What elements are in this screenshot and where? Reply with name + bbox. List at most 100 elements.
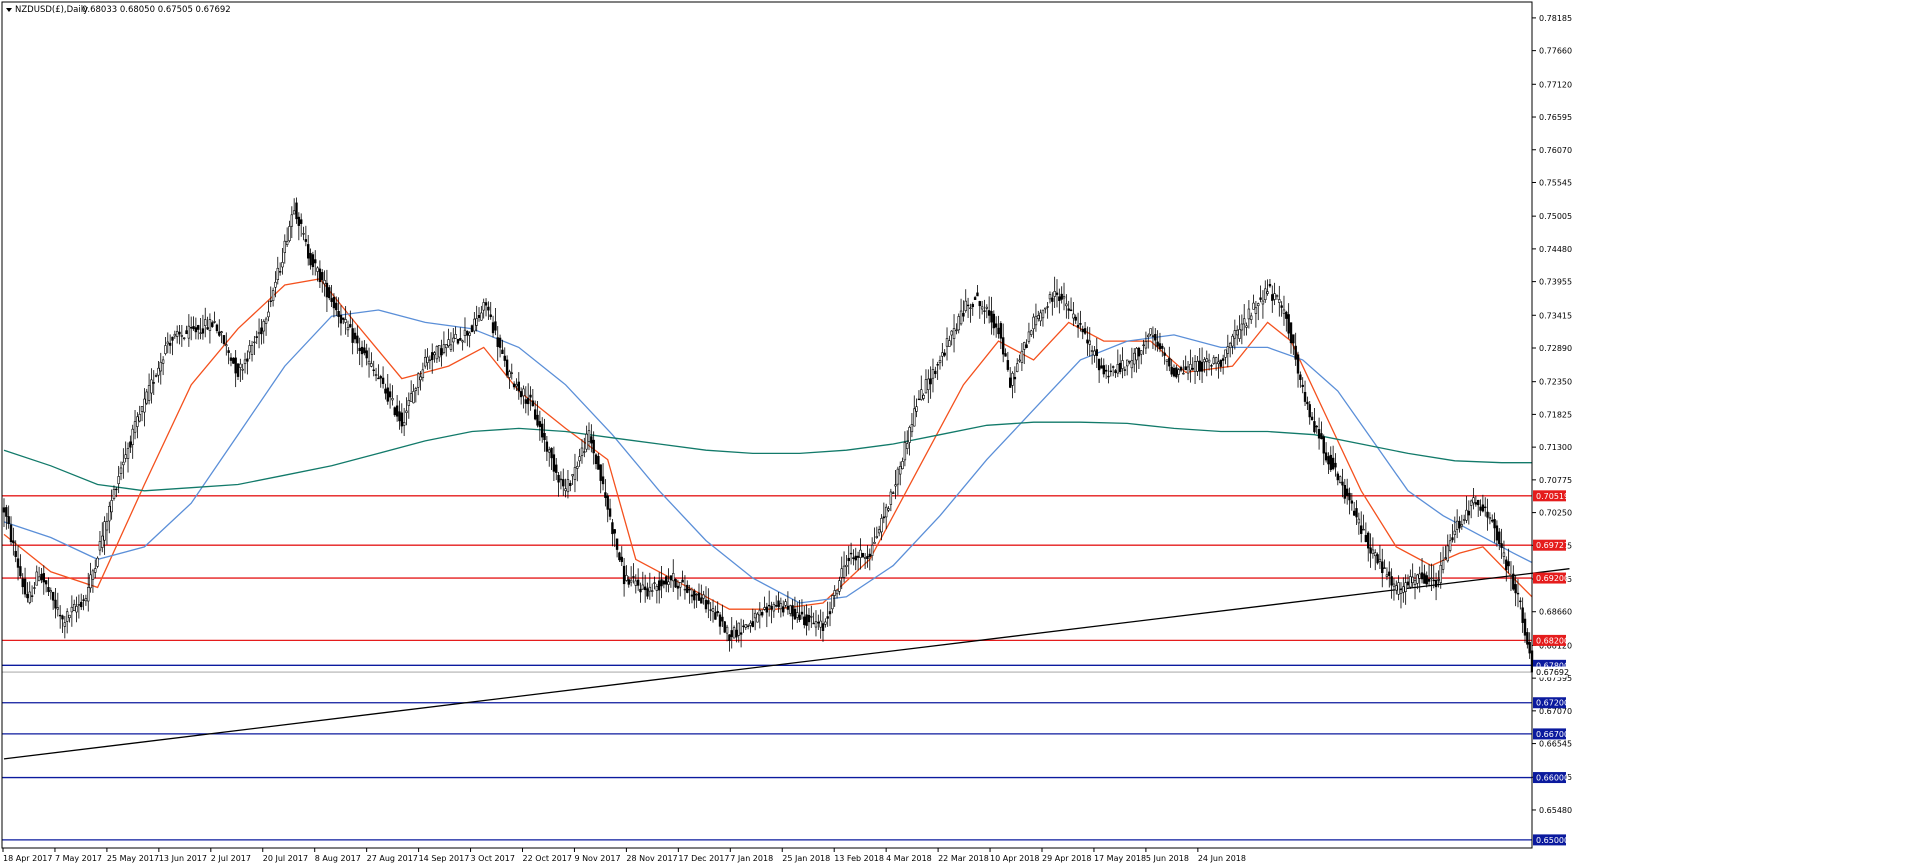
candle-body <box>1381 561 1384 574</box>
candle-body <box>545 441 549 452</box>
candle-body <box>742 625 745 628</box>
candle-body <box>246 358 249 362</box>
candle-body <box>1413 580 1417 585</box>
candle-body <box>863 557 867 559</box>
candle-body <box>868 553 872 557</box>
candle-body <box>852 557 855 560</box>
candle-body <box>1020 350 1024 363</box>
candle-body <box>9 524 13 543</box>
candle-body <box>1467 510 1471 516</box>
candle-body <box>1193 361 1197 372</box>
x-tick-label: 8 Aug 2017 <box>315 854 361 863</box>
candle-body <box>814 621 818 628</box>
candle-body <box>381 377 385 384</box>
candle-body <box>140 406 144 412</box>
candle-body <box>807 614 811 623</box>
candle-body <box>168 342 172 346</box>
candle-body <box>1474 502 1478 505</box>
candle-body <box>910 424 914 433</box>
candle-body <box>353 332 357 340</box>
candle-body <box>508 371 511 378</box>
candle-body <box>321 272 324 281</box>
candle-body <box>901 461 904 469</box>
candle-body <box>1219 359 1223 367</box>
candle-body <box>37 576 41 582</box>
candle-body <box>40 573 43 581</box>
candle-body <box>1287 314 1290 334</box>
candle-body <box>578 456 581 462</box>
candle-body <box>1395 585 1398 591</box>
candle-body <box>56 607 60 610</box>
y-tick-label: 0.76070 <box>1539 146 1572 155</box>
candle-body <box>416 373 420 388</box>
candle-body <box>19 566 22 577</box>
candle-body <box>929 378 932 385</box>
candle-body <box>1207 359 1211 363</box>
candle-body <box>522 388 525 397</box>
candle-body <box>1048 294 1052 300</box>
candle-body <box>655 586 659 591</box>
candle-body <box>1058 296 1061 301</box>
candle-body <box>1462 519 1466 521</box>
candle-body <box>440 348 443 356</box>
candle-body <box>1055 292 1059 295</box>
candle-body <box>749 622 752 626</box>
candle-body <box>920 389 923 400</box>
x-tick-label: 17 Dec 2017 <box>678 854 729 863</box>
candle-body <box>234 357 237 374</box>
candle-body <box>1362 528 1365 531</box>
candle-body <box>1388 571 1391 576</box>
candle-body <box>51 591 55 601</box>
candle-body <box>931 369 935 379</box>
price-chart[interactable]: 0.78185 0.77660 0.77120 0.76595 0.76070 0.755… <box>0 0 1916 864</box>
candle-body <box>1451 537 1454 541</box>
candle-body <box>61 615 64 620</box>
candle-body <box>73 603 76 611</box>
candle-body <box>269 300 272 302</box>
candle-body <box>250 345 254 355</box>
candle-body <box>1460 524 1464 527</box>
candle-body <box>143 398 146 413</box>
candle-body <box>1235 329 1239 336</box>
x-tick-label: 7 Jan 2018 <box>730 854 773 863</box>
candle-body <box>1427 578 1431 582</box>
candle-body <box>23 578 27 595</box>
candle-body <box>515 384 518 387</box>
candle-body <box>112 489 116 499</box>
candle-body <box>1404 582 1407 592</box>
candle-body <box>702 594 705 599</box>
candle-body <box>990 311 993 323</box>
candle-body <box>997 327 1000 335</box>
candle-body <box>1200 361 1204 372</box>
candle-body <box>1140 350 1143 355</box>
candle-body <box>1254 307 1258 314</box>
candle-body <box>262 321 265 332</box>
candle-body <box>1488 517 1492 520</box>
candle-body <box>26 594 29 599</box>
candle-body <box>283 240 286 253</box>
candle-body <box>304 239 308 242</box>
candle-body <box>1074 316 1077 321</box>
candle-body <box>959 310 963 325</box>
candle-body <box>1430 577 1433 580</box>
candle-body <box>433 352 436 356</box>
candle-body <box>821 623 825 631</box>
candle-body <box>1016 363 1019 372</box>
candle-body <box>82 599 85 601</box>
candle-body <box>1102 365 1106 375</box>
candle-body <box>54 599 57 609</box>
candle-body <box>311 254 315 268</box>
candle-body <box>110 500 113 513</box>
y-tick-label: 0.76595 <box>1539 113 1572 122</box>
candle-body <box>370 363 373 367</box>
candle-body <box>796 612 799 618</box>
candle-body <box>1135 347 1138 361</box>
candle-body <box>875 536 879 539</box>
candle-body <box>971 304 974 308</box>
candle-body <box>1252 302 1255 310</box>
candle-body <box>943 352 946 356</box>
candle-body <box>735 629 738 638</box>
candle-body <box>594 454 598 465</box>
candle-body <box>1182 372 1185 375</box>
candle-body <box>1214 357 1218 364</box>
